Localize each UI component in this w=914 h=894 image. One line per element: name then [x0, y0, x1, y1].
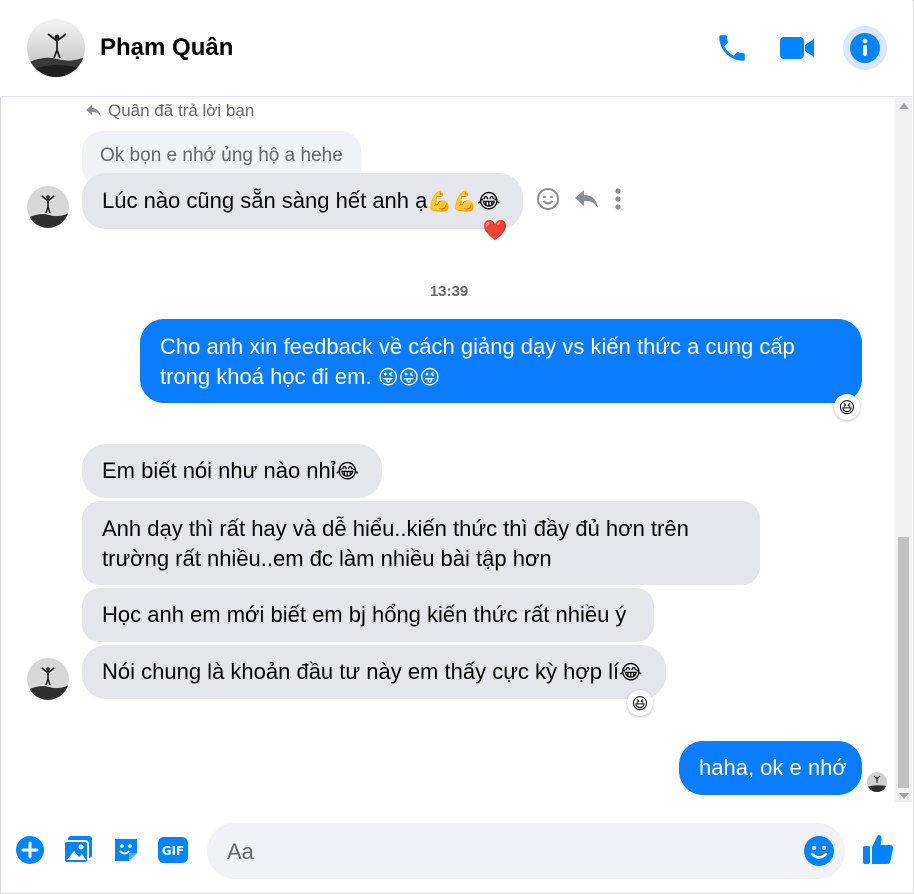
message-bubble-incoming[interactable]: Lúc nào cũng sẵn sàng hết anh ạ💪💪😂: [82, 173, 523, 229]
conversation-info-button[interactable]: [843, 26, 887, 70]
message-actions: [536, 187, 622, 211]
plus-circle-icon: [16, 836, 44, 864]
reply-arrow-icon: [86, 105, 101, 117]
heart-reaction[interactable]: ❤️: [482, 217, 508, 243]
video-call-button[interactable]: [777, 28, 817, 68]
laugh-reaction[interactable]: 😆: [627, 690, 653, 716]
gif-icon: GIF: [158, 837, 188, 863]
message-text: Lúc nào cũng sẵn sàng hết anh ạ: [102, 188, 428, 213]
message-text-line: Cho anh xin feedback về cách giảng dạy v…: [160, 334, 795, 359]
sticker-icon: [115, 839, 137, 861]
reply-indicator: Quân đã trả lời bạn: [86, 101, 254, 121]
video-camera-icon: [780, 37, 814, 59]
laugh-reaction[interactable]: 😆: [834, 394, 860, 420]
info-icon: [850, 33, 880, 63]
message-bubble-outgoing[interactable]: Cho anh xin feedback về cách giảng dạy v…: [140, 319, 862, 403]
message-emoji: 😂: [335, 459, 360, 483]
message-bubble-incoming[interactable]: Học anh em mới biết em bj hổng kiến thức…: [82, 588, 654, 642]
svg-text:GIF: GIF: [162, 844, 185, 858]
scroll-down-arrow[interactable]: [899, 793, 909, 799]
contact-name[interactable]: Phạm Quân: [100, 34, 233, 62]
message-text: Em biết nói như nào nhỉ: [102, 458, 336, 483]
message-timestamp: 13:39: [429, 283, 469, 300]
attach-photo-button[interactable]: [61, 833, 95, 867]
message-text-line: trong khoá học đi em.: [160, 364, 378, 389]
more-actions-button[interactable]: [13, 833, 47, 867]
conversation-header: Phạm Quân: [0, 0, 912, 97]
call-button[interactable]: [712, 28, 752, 68]
reply-icon[interactable]: [574, 189, 600, 209]
sticker-button[interactable]: [109, 833, 143, 867]
seen-receipt-avatar: [867, 772, 887, 792]
message-bubble-outgoing[interactable]: haha, ok e nhớ: [679, 741, 862, 795]
message-composer: [207, 823, 845, 881]
gif-button[interactable]: GIF: [156, 833, 190, 867]
message-text: Học anh em mới biết em bj hổng kiến thức…: [102, 602, 627, 627]
message-bubble-incoming[interactable]: Nói chung là khoản đầu tư này em thấy cự…: [82, 645, 666, 699]
message-text-line: Anh dạy thì rất hay và dễ hiểu..kiến thứ…: [102, 516, 689, 541]
message-bubble-incoming[interactable]: Anh dạy thì rất hay và dễ hiểu..kiến thứ…: [82, 501, 760, 585]
scrollbar-thumb[interactable]: [898, 537, 909, 788]
like-button[interactable]: [860, 831, 896, 867]
message-emoji: 😂: [619, 660, 643, 684]
contact-avatar-small[interactable]: [27, 658, 69, 700]
contact-avatar[interactable]: [27, 19, 85, 77]
message-text-line: trường rất nhiều..em đc làm nhiều bài tậ…: [102, 546, 552, 571]
photo-gallery-icon: [63, 836, 92, 864]
emoji-picker-button[interactable]: [803, 835, 835, 867]
message-text: haha, ok e nhớ: [699, 755, 847, 780]
phone-icon: [719, 35, 745, 61]
message-input[interactable]: [225, 823, 789, 881]
message-emojis: 💪💪😂: [427, 189, 501, 213]
message-emojis: 😜😜😜: [377, 365, 441, 389]
reply-indicator-text: Quân đã trả lời bạn: [108, 101, 255, 120]
scroll-up-arrow[interactable]: [899, 103, 909, 109]
smiley-icon: [804, 836, 834, 866]
thumbs-up-icon: [863, 835, 894, 864]
more-options-icon[interactable]: [614, 187, 622, 211]
message-text: Nói chung là khoản đầu tư này em thấy cự…: [102, 659, 620, 684]
message-bubble-incoming[interactable]: Em biết nói như nào nhỉ😂: [82, 444, 382, 498]
contact-avatar-small[interactable]: [27, 186, 69, 228]
smiley-react-icon[interactable]: [536, 187, 560, 211]
